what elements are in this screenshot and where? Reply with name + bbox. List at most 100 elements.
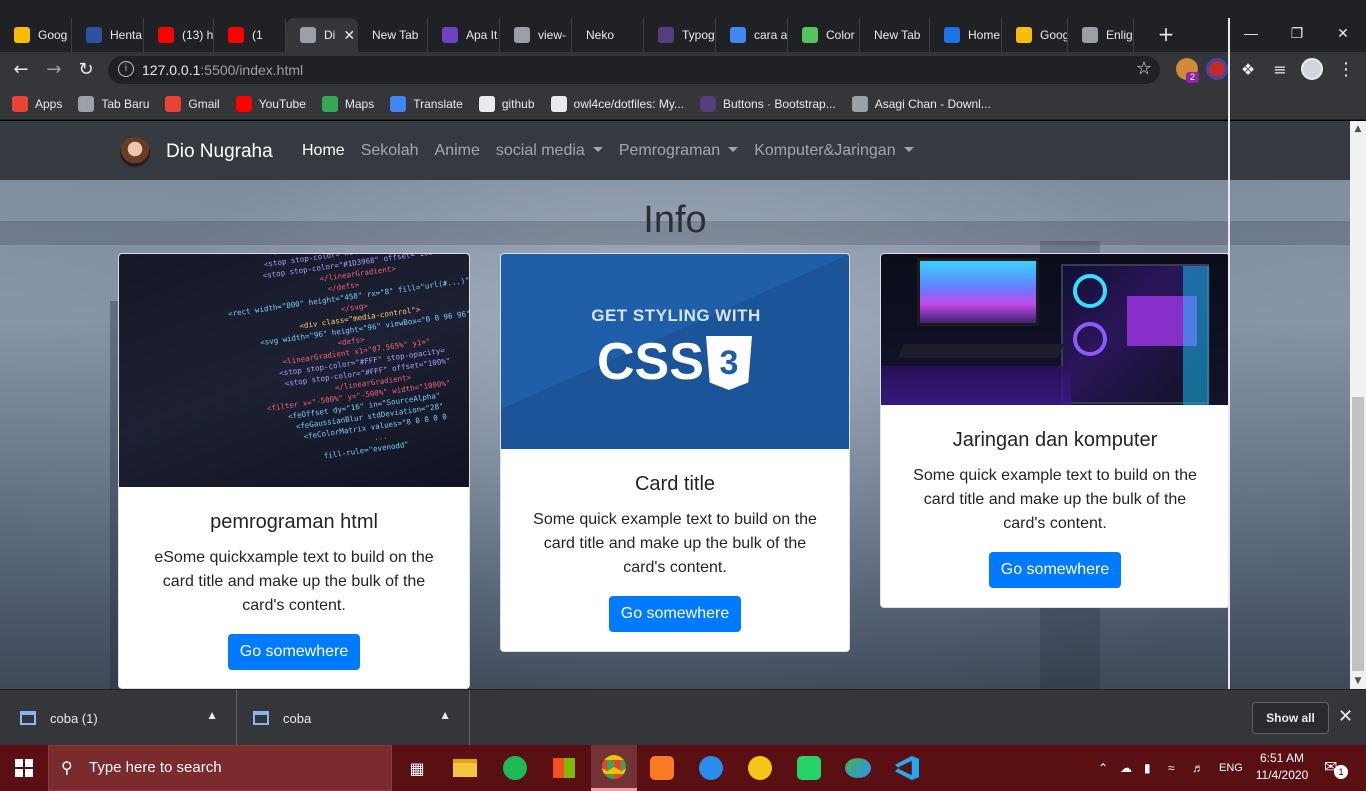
browser-tab[interactable]: Apa It bbox=[428, 18, 500, 52]
nav-link-label: Sekolah bbox=[360, 142, 419, 159]
go-somewhere-button[interactable]: Go somewhere bbox=[608, 596, 742, 632]
taskbar-search[interactable]: ⚲ Type here to search bbox=[48, 745, 392, 791]
forward-icon[interactable]: → bbox=[42, 58, 66, 82]
url-text[interactable]: 127.0.0.1:5500/index.html bbox=[142, 62, 303, 78]
restore-button[interactable]: ❐ bbox=[1274, 18, 1320, 48]
close-window-button[interactable]: ✕ bbox=[1320, 18, 1366, 48]
desk-mat bbox=[881, 366, 1071, 405]
browser-tab[interactable]: Color bbox=[788, 18, 860, 52]
browser-tab[interactable]: Henta bbox=[72, 18, 144, 52]
wifi-icon[interactable]: ≈ bbox=[1168, 745, 1175, 791]
browser-tab[interactable]: cara a bbox=[716, 18, 788, 52]
download-filename: coba bbox=[283, 710, 312, 726]
nav-link[interactable]: Anime bbox=[435, 142, 480, 160]
minimize-button[interactable]: — bbox=[1228, 18, 1274, 48]
back-icon[interactable]: ← bbox=[9, 58, 33, 82]
chevron-up-icon[interactable]: ▲ bbox=[206, 708, 218, 722]
bookmark-item[interactable]: Tab Baru bbox=[78, 95, 150, 112]
extensions-puzzle-icon[interactable]: ❖ bbox=[1236, 58, 1260, 82]
css-banner-title: CSS bbox=[597, 333, 704, 391]
chrome-icon[interactable] bbox=[591, 745, 637, 791]
card-image-code: <defs><linearGradient x1="100%" y1="0%"<… bbox=[119, 254, 469, 487]
nav-link[interactable]: Pemrograman bbox=[619, 142, 739, 160]
browser-tab[interactable]: New Tab bbox=[860, 18, 930, 52]
address-bar[interactable]: i 127.0.0.1:5500/index.html ☆ bbox=[108, 56, 1160, 84]
tab-label: Neko bbox=[586, 28, 615, 42]
browser-tab[interactable]: view- bbox=[500, 18, 572, 52]
scroll-thumb[interactable] bbox=[1352, 397, 1364, 671]
browser-tab[interactable]: Enligh bbox=[1068, 18, 1134, 52]
brand-name[interactable]: Dio Nugraha bbox=[166, 141, 273, 163]
file-explorer-icon[interactable] bbox=[450, 753, 480, 783]
bookmark-item[interactable]: Gmail bbox=[165, 95, 220, 112]
close-download-bar-icon[interactable]: ✕ bbox=[1338, 706, 1353, 727]
battery-icon[interactable]: ▮ bbox=[1144, 745, 1151, 791]
browser-tab[interactable]: New Tab bbox=[358, 18, 428, 52]
browser-tab[interactable]: Goog bbox=[1002, 18, 1068, 52]
browser-tab[interactable]: Goog bbox=[0, 18, 72, 52]
bookmark-label: owl4ce/dotfiles: My... bbox=[573, 96, 684, 111]
xampp-icon[interactable] bbox=[647, 753, 677, 783]
download-item[interactable]: coba (1) ▲ bbox=[0, 690, 237, 746]
reload-icon[interactable]: ↻ bbox=[74, 58, 98, 82]
scroll-up-arrow-icon[interactable]: ▲ bbox=[1350, 121, 1366, 137]
bookmark-label: github bbox=[501, 96, 535, 111]
search-icon: ⚲ bbox=[61, 758, 73, 777]
nav-link[interactable]: Sekolah bbox=[361, 142, 419, 160]
go-somewhere-button[interactable]: Go somewhere bbox=[988, 552, 1122, 588]
nav-link[interactable]: Home bbox=[302, 142, 345, 160]
brand-avatar[interactable] bbox=[120, 137, 150, 167]
tab-label: Di bbox=[324, 28, 336, 42]
go-somewhere-button[interactable]: Go somewhere bbox=[227, 634, 361, 670]
browser-tab[interactable]: (13) h bbox=[144, 18, 214, 52]
file-icon bbox=[20, 711, 36, 725]
site-info-icon[interactable]: i bbox=[118, 61, 134, 77]
app-triangle-icon[interactable] bbox=[745, 753, 775, 783]
page-scrollbar[interactable]: ▲ ▼ bbox=[1350, 121, 1366, 689]
download-item[interactable]: coba ▲ bbox=[237, 690, 470, 746]
bookmark-item[interactable]: Buttons · Bootstrap... bbox=[700, 95, 836, 112]
bookmark-item[interactable]: Apps bbox=[12, 95, 63, 112]
nav-link[interactable]: social media bbox=[496, 142, 603, 160]
browser-tab[interactable]: Home bbox=[930, 18, 1002, 52]
bookmark-item[interactable]: Maps bbox=[321, 95, 374, 112]
bookmark-item[interactable]: Translate bbox=[390, 95, 463, 112]
bookmark-star-icon[interactable]: ☆ bbox=[1136, 58, 1152, 79]
scroll-down-arrow-icon[interactable]: ▼ bbox=[1350, 673, 1366, 689]
download-manager-icon[interactable] bbox=[696, 753, 726, 783]
start-button[interactable] bbox=[0, 745, 48, 791]
new-tab-button[interactable]: + bbox=[1154, 22, 1178, 46]
task-view-icon[interactable]: ▦ bbox=[402, 753, 432, 783]
media-queue-icon[interactable]: ≡ bbox=[1268, 58, 1292, 82]
bookmark-label: Apps bbox=[35, 96, 63, 111]
show-all-button[interactable]: Show all bbox=[1252, 702, 1329, 734]
bookmark-item[interactable]: owl4ce/dotfiles: My... bbox=[550, 95, 684, 112]
profile-avatar[interactable] bbox=[1301, 58, 1323, 80]
volume-icon[interactable]: ♬ bbox=[1192, 745, 1204, 791]
nav-link-label: Home bbox=[302, 142, 345, 159]
browser-tab[interactable]: (1 bbox=[214, 18, 286, 52]
browser-tab[interactable]: Di ✕ bbox=[286, 18, 358, 52]
chevron-up-icon[interactable]: ▲ bbox=[439, 708, 451, 722]
tab-close-icon[interactable]: ✕ bbox=[343, 27, 355, 44]
app-globe-icon[interactable] bbox=[843, 753, 873, 783]
vscode-icon[interactable] bbox=[892, 753, 922, 783]
language-indicator[interactable]: ENG bbox=[1219, 745, 1243, 791]
onedrive-icon[interactable]: ☁ bbox=[1120, 745, 1132, 791]
spotify-icon[interactable] bbox=[500, 753, 530, 783]
tab-label: (1 bbox=[252, 28, 263, 42]
menu-kebab-icon[interactable]: ⋮ bbox=[1334, 58, 1358, 82]
bookmark-item[interactable]: Asagi Chan - Downl... bbox=[851, 95, 991, 112]
taskbar-clock[interactable]: 6:51 AM 11/4/2020 bbox=[1250, 750, 1314, 784]
adblock-icon[interactable] bbox=[1206, 58, 1228, 80]
tray-chevron-icon[interactable]: ⌃ bbox=[1098, 745, 1108, 791]
nav-link[interactable]: Komputer&Jaringan bbox=[754, 142, 914, 160]
store-icon[interactable] bbox=[549, 753, 579, 783]
whatsapp-icon[interactable] bbox=[794, 753, 824, 783]
bookmark-label: Tab Baru bbox=[101, 96, 150, 111]
bookmark-item[interactable]: YouTube bbox=[235, 95, 306, 112]
card-text: eSome quickxample text to build on the c… bbox=[154, 549, 434, 614]
browser-tab[interactable]: Typog bbox=[644, 18, 716, 52]
browser-tab[interactable]: Neko bbox=[572, 18, 644, 52]
bookmark-item[interactable]: github bbox=[478, 95, 535, 112]
